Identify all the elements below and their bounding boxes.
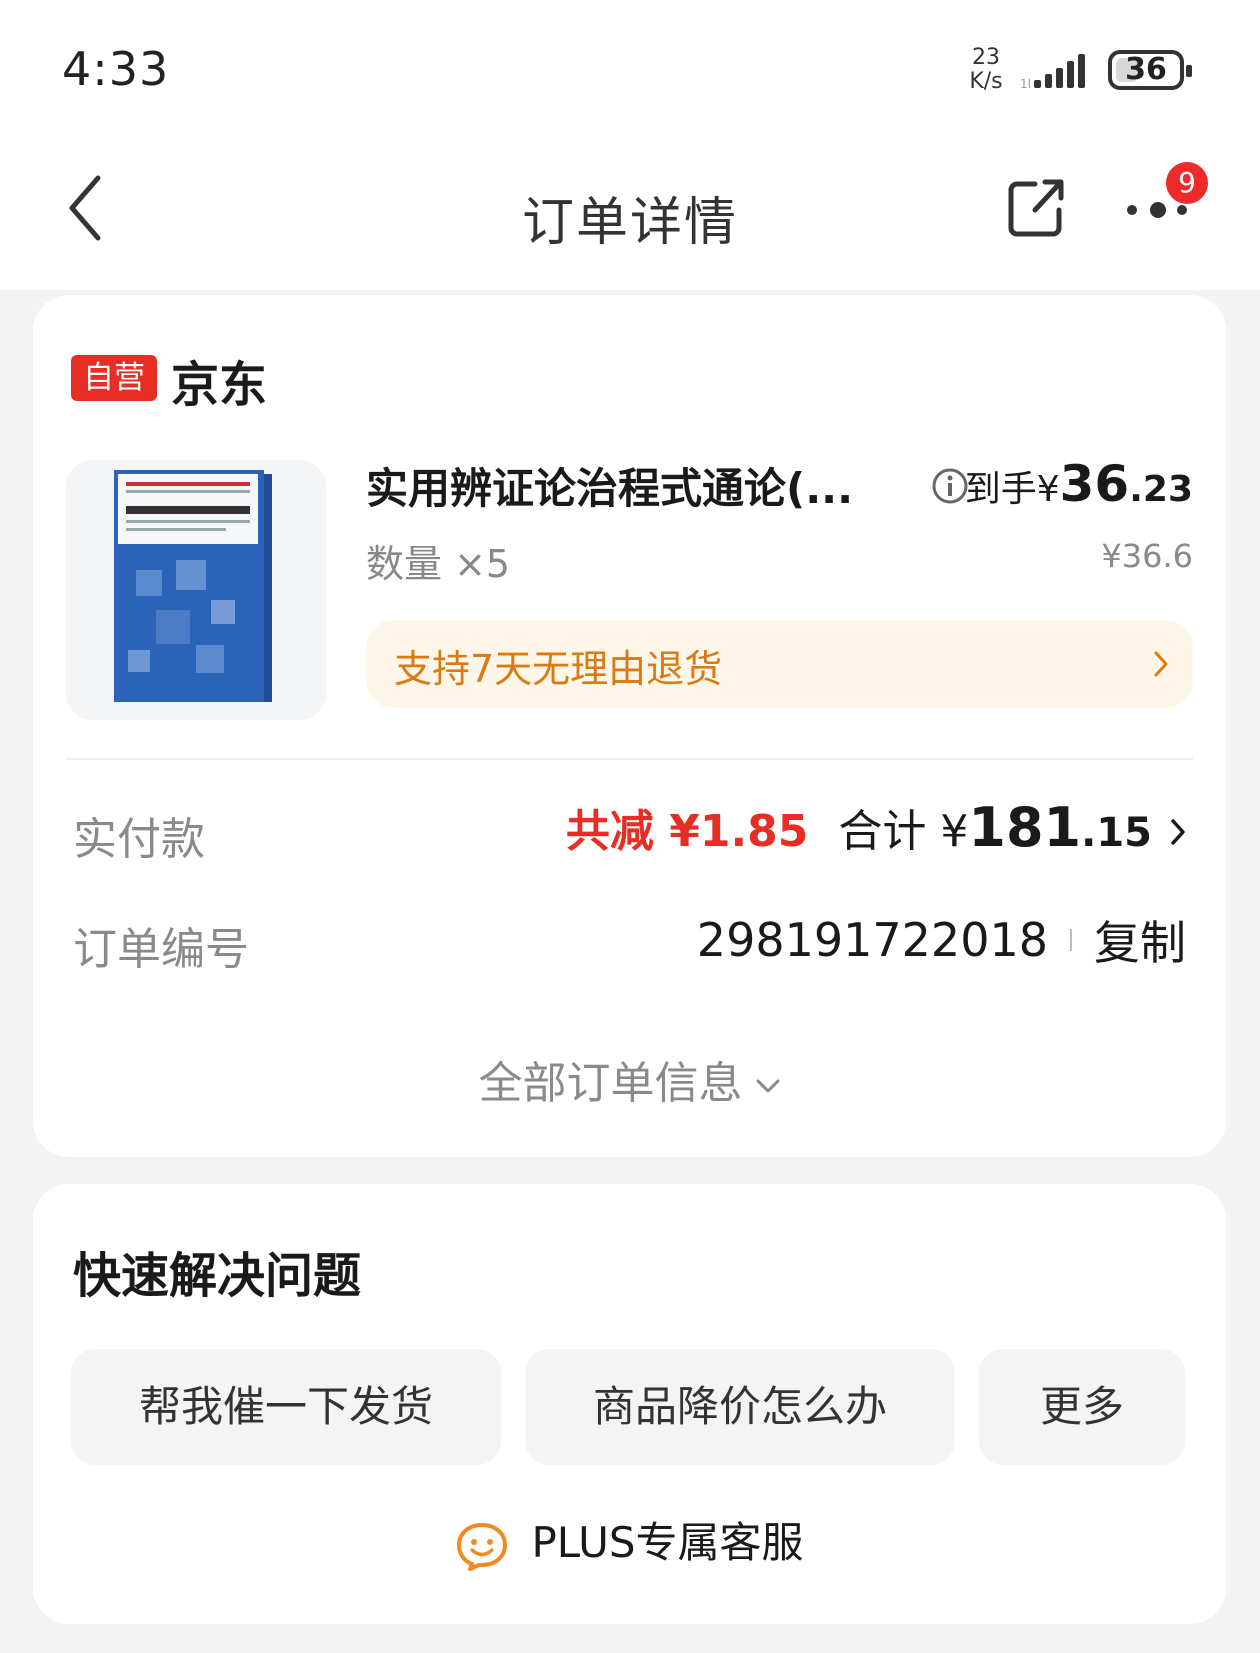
- order-number-row: 298191722018 复制: [697, 907, 1186, 973]
- copy-button[interactable]: 复制: [1094, 907, 1186, 973]
- shop-name[interactable]: 京东: [171, 345, 267, 415]
- signal-icon: 1l: [1020, 54, 1085, 91]
- product-image[interactable]: [66, 460, 326, 720]
- smiley-service-icon: [457, 1522, 508, 1571]
- self-operated-tag: 自营: [71, 355, 157, 401]
- urge-shipping-button[interactable]: 帮我催一下发货: [71, 1349, 501, 1465]
- total-label: 合计 ¥: [838, 806, 969, 857]
- status-bar: 4:33 23 K/s 1l 36: [0, 0, 1260, 140]
- header-area: 4:33 23 K/s 1l 36 订单详情 9: [0, 0, 1260, 290]
- final-price: 到手¥36.23: [965, 455, 1193, 513]
- quick-help-title: 快速解决问题: [73, 1248, 362, 1304]
- all-order-info-toggle[interactable]: 全部订单信息: [33, 1047, 1226, 1111]
- total-decimal: .15: [1081, 810, 1152, 856]
- chevron-right-icon: [1171, 819, 1185, 845]
- final-price-decimal: .23: [1129, 469, 1193, 510]
- nav-bar: 订单详情 9: [0, 150, 1260, 270]
- network-speed: 23 K/s: [962, 46, 1010, 94]
- battery-cap: [1186, 65, 1192, 77]
- network-speed-value: 23: [972, 45, 1000, 70]
- original-price: ¥36.6: [1101, 537, 1193, 575]
- divider: [66, 758, 1193, 760]
- return-policy-text: 支持7天无理由退货: [394, 647, 723, 691]
- battery-icon: 36: [1108, 50, 1192, 90]
- share-icon[interactable]: [1005, 176, 1069, 240]
- separator: [1070, 929, 1072, 951]
- discount-amount: 共减 ¥1.85: [565, 806, 809, 857]
- notification-badge: 9: [1166, 162, 1208, 204]
- order-number-label: 订单编号: [73, 924, 249, 975]
- battery-level: 36: [1125, 52, 1167, 87]
- book-cover-image: [114, 470, 272, 702]
- chevron-down-icon: [756, 1079, 779, 1093]
- svg-text:1l: 1l: [1020, 77, 1031, 91]
- payment-label: 实付款: [73, 814, 205, 865]
- order-number: 298191722018: [696, 913, 1048, 967]
- plus-service-link[interactable]: PLUS专属客服: [33, 1509, 1226, 1571]
- final-price-integer: 36: [1059, 455, 1130, 513]
- more-help-button[interactable]: 更多: [979, 1349, 1185, 1465]
- product-quantity: 数量 ×5: [366, 542, 511, 586]
- all-order-info-label: 全部订单信息: [478, 1058, 743, 1109]
- final-price-label: 到手¥: [964, 469, 1060, 510]
- payment-summary[interactable]: 共减 ¥1.85 合计 ¥181.15: [566, 795, 1186, 859]
- total-integer: 181: [968, 796, 1082, 859]
- quick-help-card: 快速解决问题 帮我催一下发货 商品降价怎么办 更多 PLUS专属客服: [33, 1184, 1226, 1624]
- info-icon[interactable]: [931, 467, 969, 505]
- plus-service-label: PLUS专属客服: [531, 1518, 804, 1567]
- return-policy-banner[interactable]: 支持7天无理由退货: [366, 620, 1193, 708]
- price-drop-button[interactable]: 商品降价怎么办: [525, 1349, 955, 1465]
- product-title[interactable]: 实用辨证论治程式通论(...: [366, 455, 876, 516]
- chevron-right-icon: [1154, 651, 1168, 677]
- page-title: 订单详情: [521, 193, 738, 253]
- status-time: 4:33: [62, 42, 170, 96]
- order-card: 自营 京东 实用辨证论治程式通论(... 到手¥36.23 数量 ×5 ¥36.…: [33, 295, 1226, 1157]
- network-speed-unit: K/s: [969, 69, 1003, 94]
